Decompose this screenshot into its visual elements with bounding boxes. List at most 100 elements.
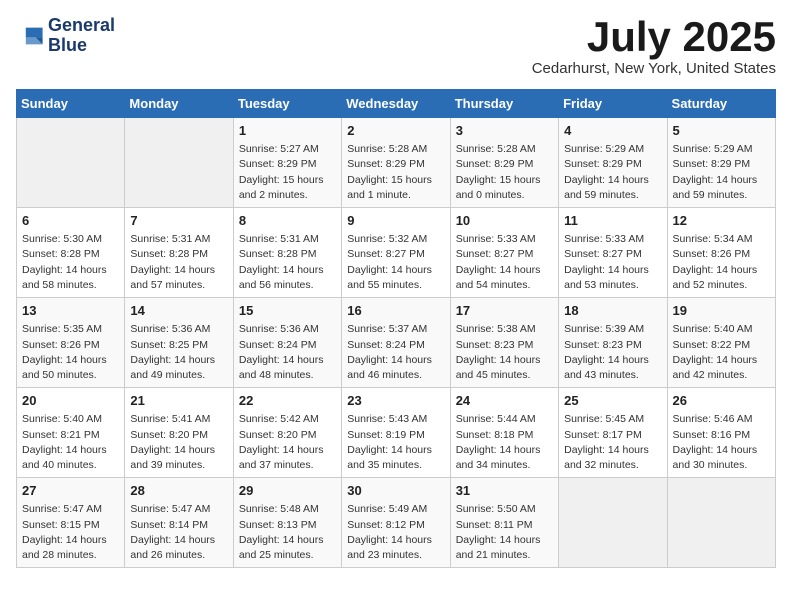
- day-number: 2: [347, 122, 444, 140]
- cell-sun-info: Sunrise: 5:27 AMSunset: 8:29 PMDaylight:…: [239, 142, 336, 203]
- calendar-cell: 6 Sunrise: 5:30 AMSunset: 8:28 PMDaylight…: [17, 208, 125, 298]
- day-number: 16: [347, 302, 444, 320]
- day-number: 5: [673, 122, 770, 140]
- day-number: 21: [130, 392, 227, 410]
- calendar-cell: 20 Sunrise: 5:40 AMSunset: 8:21 PMDayligh…: [17, 388, 125, 478]
- cell-sun-info: Sunrise: 5:50 AMSunset: 8:11 PMDaylight:…: [456, 502, 553, 563]
- logo-text: General Blue: [48, 16, 115, 56]
- calendar-cell: 8 Sunrise: 5:31 AMSunset: 8:28 PMDaylight…: [233, 208, 341, 298]
- calendar-header: SundayMondayTuesdayWednesdayThursdayFrid…: [17, 90, 776, 118]
- header-day-friday: Friday: [559, 90, 667, 118]
- cell-sun-info: Sunrise: 5:34 AMSunset: 8:26 PMDaylight:…: [673, 232, 770, 293]
- header-day-saturday: Saturday: [667, 90, 775, 118]
- cell-sun-info: Sunrise: 5:37 AMSunset: 8:24 PMDaylight:…: [347, 322, 444, 383]
- day-number: 17: [456, 302, 553, 320]
- cell-sun-info: Sunrise: 5:40 AMSunset: 8:21 PMDaylight:…: [22, 412, 119, 473]
- day-number: 29: [239, 482, 336, 500]
- cell-sun-info: Sunrise: 5:40 AMSunset: 8:22 PMDaylight:…: [673, 322, 770, 383]
- day-number: 1: [239, 122, 336, 140]
- cell-sun-info: Sunrise: 5:28 AMSunset: 8:29 PMDaylight:…: [456, 142, 553, 203]
- calendar-cell: [667, 478, 775, 568]
- calendar-cell: 12 Sunrise: 5:34 AMSunset: 8:26 PMDayligh…: [667, 208, 775, 298]
- calendar-cell: 24Sunrise: 5:44 AMSunset: 8:18 PMDayligh…: [450, 388, 558, 478]
- location: Cedarhurst, New York, United States: [532, 60, 776, 77]
- day-number: 11: [564, 212, 661, 230]
- day-number: 14: [130, 302, 227, 320]
- cell-sun-info: Sunrise: 5:32 AMSunset: 8:27 PMDaylight:…: [347, 232, 444, 293]
- cell-sun-info: Sunrise: 5:47 AMSunset: 8:15 PMDaylight:…: [22, 502, 119, 563]
- day-number: 3: [456, 122, 553, 140]
- cell-sun-info: Sunrise: 5:38 AMSunset: 8:23 PMDaylight:…: [456, 322, 553, 383]
- calendar-cell: 10Sunrise: 5:33 AMSunset: 8:27 PMDayligh…: [450, 208, 558, 298]
- day-number: 28: [130, 482, 227, 500]
- cell-sun-info: Sunrise: 5:33 AMSunset: 8:27 PMDaylight:…: [564, 232, 661, 293]
- calendar-cell: [559, 478, 667, 568]
- day-number: 6: [22, 212, 119, 230]
- logo: General Blue: [16, 16, 115, 56]
- calendar-cell: 2 Sunrise: 5:28 AMSunset: 8:29 PMDaylight…: [342, 118, 450, 208]
- cell-sun-info: Sunrise: 5:33 AMSunset: 8:27 PMDaylight:…: [456, 232, 553, 293]
- cell-sun-info: Sunrise: 5:29 AMSunset: 8:29 PMDaylight:…: [673, 142, 770, 203]
- day-number: 15: [239, 302, 336, 320]
- calendar-cell: 18 Sunrise: 5:39 AMSunset: 8:23 PMDayligh…: [559, 298, 667, 388]
- day-number: 9: [347, 212, 444, 230]
- day-number: 12: [673, 212, 770, 230]
- calendar-cell: 29 Sunrise: 5:48 AMSunset: 8:13 PMDayligh…: [233, 478, 341, 568]
- cell-sun-info: Sunrise: 5:47 AMSunset: 8:14 PMDaylight:…: [130, 502, 227, 563]
- calendar-cell: 11 Sunrise: 5:33 AMSunset: 8:27 PMDayligh…: [559, 208, 667, 298]
- calendar-cell: [17, 118, 125, 208]
- cell-sun-info: Sunrise: 5:49 AMSunset: 8:12 PMDaylight:…: [347, 502, 444, 563]
- cell-sun-info: Sunrise: 5:28 AMSunset: 8:29 PMDaylight:…: [347, 142, 444, 203]
- cell-sun-info: Sunrise: 5:45 AMSunset: 8:17 PMDaylight:…: [564, 412, 661, 473]
- header-row: SundayMondayTuesdayWednesdayThursdayFrid…: [17, 90, 776, 118]
- week-row-1: 1 Sunrise: 5:27 AMSunset: 8:29 PMDaylight…: [17, 118, 776, 208]
- cell-sun-info: Sunrise: 5:39 AMSunset: 8:23 PMDaylight:…: [564, 322, 661, 383]
- day-number: 27: [22, 482, 119, 500]
- calendar-cell: 28 Sunrise: 5:47 AMSunset: 8:14 PMDayligh…: [125, 478, 233, 568]
- calendar-table: SundayMondayTuesdayWednesdayThursdayFrid…: [16, 89, 776, 568]
- day-number: 20: [22, 392, 119, 410]
- calendar-cell: 25Sunrise: 5:45 AMSunset: 8:17 PMDayligh…: [559, 388, 667, 478]
- day-number: 30: [347, 482, 444, 500]
- header-day-tuesday: Tuesday: [233, 90, 341, 118]
- day-number: 18: [564, 302, 661, 320]
- calendar-cell: 5 Sunrise: 5:29 AMSunset: 8:29 PMDaylight…: [667, 118, 775, 208]
- cell-sun-info: Sunrise: 5:29 AMSunset: 8:29 PMDaylight:…: [564, 142, 661, 203]
- logo-icon: [16, 22, 44, 50]
- calendar-cell: 1 Sunrise: 5:27 AMSunset: 8:29 PMDaylight…: [233, 118, 341, 208]
- header-day-wednesday: Wednesday: [342, 90, 450, 118]
- day-number: 23: [347, 392, 444, 410]
- cell-sun-info: Sunrise: 5:42 AMSunset: 8:20 PMDaylight:…: [239, 412, 336, 473]
- calendar-cell: 16 Sunrise: 5:37 AMSunset: 8:24 PMDayligh…: [342, 298, 450, 388]
- calendar-cell: [125, 118, 233, 208]
- cell-sun-info: Sunrise: 5:36 AMSunset: 8:24 PMDaylight:…: [239, 322, 336, 383]
- cell-sun-info: Sunrise: 5:35 AMSunset: 8:26 PMDaylight:…: [22, 322, 119, 383]
- header-day-sunday: Sunday: [17, 90, 125, 118]
- week-row-2: 6 Sunrise: 5:30 AMSunset: 8:28 PMDaylight…: [17, 208, 776, 298]
- calendar-cell: 13Sunrise: 5:35 AMSunset: 8:26 PMDayligh…: [17, 298, 125, 388]
- calendar-cell: 15 Sunrise: 5:36 AMSunset: 8:24 PMDayligh…: [233, 298, 341, 388]
- calendar-cell: 9 Sunrise: 5:32 AMSunset: 8:27 PMDaylight…: [342, 208, 450, 298]
- header-day-monday: Monday: [125, 90, 233, 118]
- title-block: July 2025 Cedarhurst, New York, United S…: [532, 16, 776, 77]
- day-number: 8: [239, 212, 336, 230]
- day-number: 31: [456, 482, 553, 500]
- calendar-cell: 22Sunrise: 5:42 AMSunset: 8:20 PMDayligh…: [233, 388, 341, 478]
- cell-sun-info: Sunrise: 5:30 AMSunset: 8:28 PMDaylight:…: [22, 232, 119, 293]
- day-number: 19: [673, 302, 770, 320]
- cell-sun-info: Sunrise: 5:31 AMSunset: 8:28 PMDaylight:…: [130, 232, 227, 293]
- calendar-cell: 23Sunrise: 5:43 AMSunset: 8:19 PMDayligh…: [342, 388, 450, 478]
- day-number: 26: [673, 392, 770, 410]
- calendar-cell: 19 Sunrise: 5:40 AMSunset: 8:22 PMDayligh…: [667, 298, 775, 388]
- calendar-cell: 3 Sunrise: 5:28 AMSunset: 8:29 PMDaylight…: [450, 118, 558, 208]
- week-row-4: 20 Sunrise: 5:40 AMSunset: 8:21 PMDayligh…: [17, 388, 776, 478]
- calendar-cell: 27 Sunrise: 5:47 AMSunset: 8:15 PMDayligh…: [17, 478, 125, 568]
- page-header: General Blue July 2025 Cedarhurst, New Y…: [16, 16, 776, 77]
- week-row-5: 27 Sunrise: 5:47 AMSunset: 8:15 PMDayligh…: [17, 478, 776, 568]
- cell-sun-info: Sunrise: 5:48 AMSunset: 8:13 PMDaylight:…: [239, 502, 336, 563]
- cell-sun-info: Sunrise: 5:44 AMSunset: 8:18 PMDaylight:…: [456, 412, 553, 473]
- cell-sun-info: Sunrise: 5:31 AMSunset: 8:28 PMDaylight:…: [239, 232, 336, 293]
- calendar-cell: 4 Sunrise: 5:29 AMSunset: 8:29 PMDaylight…: [559, 118, 667, 208]
- cell-sun-info: Sunrise: 5:41 AMSunset: 8:20 PMDaylight:…: [130, 412, 227, 473]
- day-number: 4: [564, 122, 661, 140]
